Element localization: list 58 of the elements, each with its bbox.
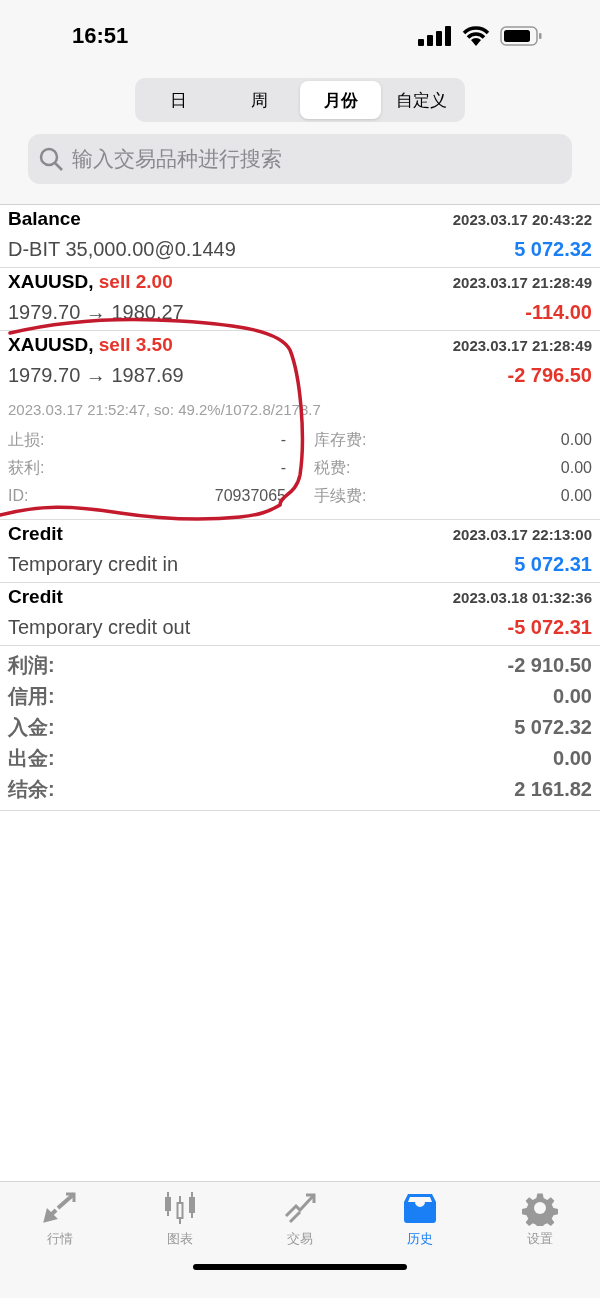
deal-description: Temporary credit out — [8, 616, 191, 639]
tab-bar-item[interactable]: 交易 — [240, 1182, 360, 1262]
tab-bar-item[interactable]: 历史 — [360, 1182, 480, 1262]
deal-time: 2023.03.17 20:43:22 — [452, 211, 592, 228]
tab-bar-item[interactable]: 行情 — [0, 1182, 120, 1262]
field-value: 70937065 — [214, 487, 286, 505]
field-label: 税费: — [314, 457, 351, 478]
total-label: 入金: — [8, 715, 55, 740]
deal-time: 2023.03.17 21:28:49 — [452, 337, 592, 354]
deal-amount: -114.00 — [525, 301, 592, 324]
search-icon — [38, 146, 64, 172]
deal-title: Credit — [8, 523, 63, 545]
deal-amount: 5 072.31 — [514, 553, 592, 576]
tab-bar-item[interactable]: 图表 — [120, 1182, 240, 1262]
deal-time: 2023.03.18 01:32:36 — [452, 589, 592, 606]
total-value: 5 072.32 — [514, 716, 592, 739]
period-tab[interactable]: 月份 — [300, 81, 381, 119]
deal-title: XAUUSD, sell 2.00 — [8, 271, 173, 293]
period-tab[interactable]: 日 — [138, 81, 219, 119]
field-value: 0.00 — [560, 459, 592, 477]
field-label: 获利: — [8, 457, 45, 478]
field-value: - — [280, 431, 286, 449]
total-value: 2 161.82 — [514, 778, 592, 801]
clock: 16:51 — [72, 23, 129, 49]
total-label: 出金: — [8, 746, 55, 771]
arrows-icon — [42, 1190, 78, 1226]
total-label: 利润: — [8, 653, 55, 678]
deal-title: Balance — [8, 208, 81, 230]
field-label: 手续费: — [314, 485, 367, 506]
field-label: 止损: — [8, 429, 45, 450]
deal-amount: 5 072.32 — [514, 238, 592, 261]
field-value: 0.00 — [560, 431, 592, 449]
deal-title: Credit — [8, 586, 63, 608]
deal-time: 2023.03.17 21:28:49 — [452, 274, 592, 291]
deal-description: Temporary credit in — [8, 553, 179, 576]
period-tab[interactable]: 周 — [219, 81, 300, 119]
tab-bar-item[interactable]: 设置 — [480, 1182, 600, 1262]
deal-title: XAUUSD, sell 3.50 — [8, 334, 173, 356]
battery-icon — [500, 26, 542, 46]
search-field[interactable]: 输入交易品种进行搜索 — [28, 134, 572, 184]
wifi-icon — [462, 26, 490, 46]
deal-time: 2023.03.17 22:13:00 — [452, 526, 592, 543]
deal-amount: -5 072.31 — [507, 616, 592, 639]
candlestick-icon — [162, 1190, 198, 1226]
total-value: 0.00 — [553, 747, 592, 770]
total-value: -2 910.50 — [507, 654, 592, 677]
period-tab[interactable]: 自定义 — [381, 81, 462, 119]
field-value: - — [280, 459, 286, 477]
deal-description: 1979.70 → 1987.69 — [8, 364, 184, 387]
total-label: 信用: — [8, 684, 55, 709]
field-value: 0.00 — [560, 487, 592, 505]
deal-amount: -2 796.50 — [507, 364, 592, 387]
deal-description: D-BIT 35,000.00@0.1449 — [8, 238, 236, 261]
total-value: 0.00 — [553, 685, 592, 708]
field-label: ID: — [8, 487, 29, 505]
total-label: 结余: — [8, 777, 55, 802]
signal-icon — [418, 26, 452, 46]
field-label: 库存费: — [314, 429, 367, 450]
